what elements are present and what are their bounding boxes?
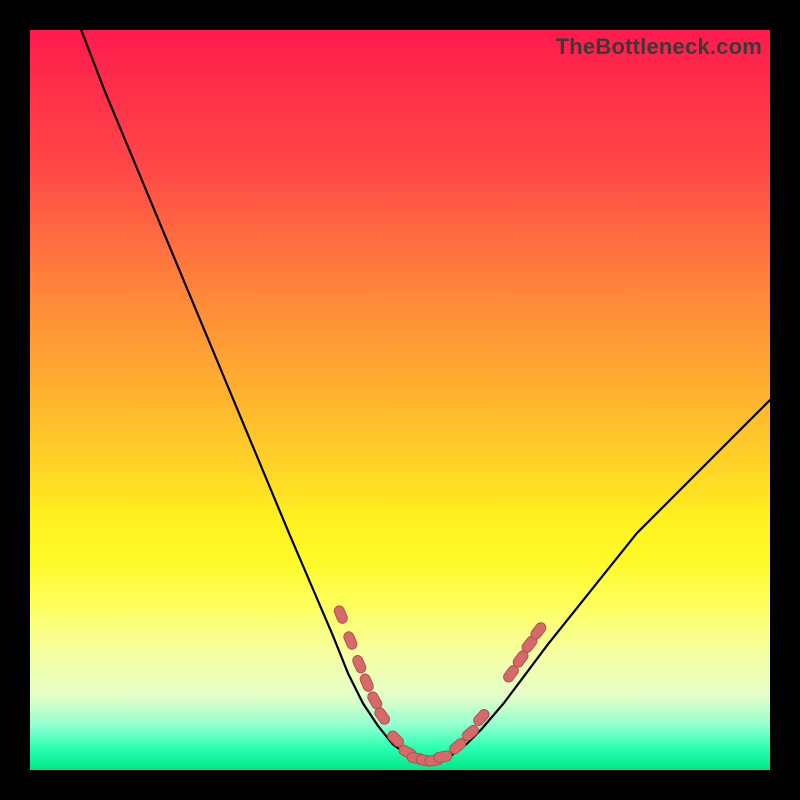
plot-area: TheBottleneck.com	[30, 30, 770, 770]
chart-frame: TheBottleneck.com	[0, 0, 800, 800]
curve-marker	[351, 654, 367, 675]
bottleneck-curve	[67, 30, 770, 760]
curve-marker	[342, 630, 358, 650]
curve-marker	[433, 750, 452, 763]
curve-marker	[472, 707, 492, 727]
chart-overlay	[30, 30, 770, 770]
curve-marker	[358, 672, 374, 693]
curve-marker	[333, 604, 349, 624]
